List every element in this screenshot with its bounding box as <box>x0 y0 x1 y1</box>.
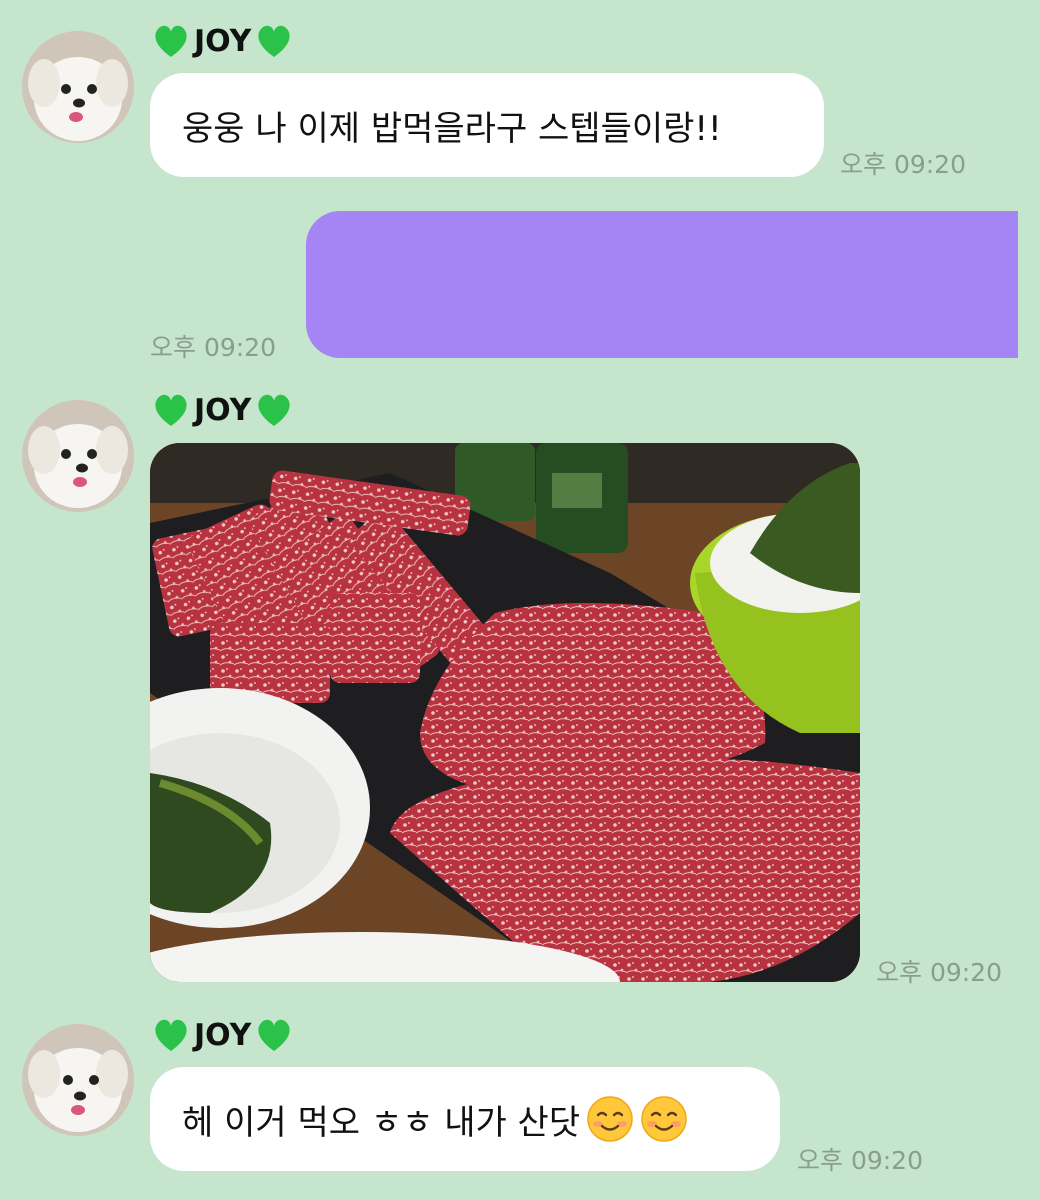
dog-avatar-icon <box>22 31 134 143</box>
message-time: 오후 09:20 <box>840 150 966 179</box>
sender-name-text: JOY <box>194 1017 252 1053</box>
dog-avatar-icon <box>22 1024 134 1136</box>
sender-name: JOY <box>152 19 293 63</box>
sender-name: JOY <box>152 388 293 432</box>
message-bubble[interactable]: 헤 이거 먹오 ㅎㅎ 내가 산닷 <box>150 1067 780 1171</box>
green-heart-icon <box>258 1019 290 1051</box>
sender-name: JOY <box>152 1013 293 1057</box>
beef-photo-image <box>150 443 860 982</box>
sender-name-text: JOY <box>194 23 252 59</box>
message-time: 오후 09:20 <box>876 958 1002 987</box>
message-text: 웅웅 나 이제 밥먹을라구 스텝들이랑!! <box>182 108 722 149</box>
smiling-face-icon <box>641 1096 687 1142</box>
outgoing-message-bubble[interactable] <box>306 211 1018 358</box>
smiling-face-icon <box>587 1096 633 1142</box>
message-time: 오후 09:20 <box>150 333 276 362</box>
green-heart-icon <box>258 394 290 426</box>
message-time: 오후 09:20 <box>797 1146 923 1175</box>
message-text: 헤 이거 먹오 ㅎㅎ 내가 산닷 <box>182 1102 581 1143</box>
dog-avatar-icon <box>22 400 134 512</box>
message-photo[interactable] <box>150 443 860 982</box>
green-heart-icon <box>155 25 187 57</box>
sender-avatar[interactable] <box>22 400 134 512</box>
sender-name-text: JOY <box>194 392 252 428</box>
green-heart-icon <box>155 1019 187 1051</box>
sender-avatar[interactable] <box>22 31 134 143</box>
green-heart-icon <box>155 394 187 426</box>
sender-avatar[interactable] <box>22 1024 134 1136</box>
message-bubble[interactable]: 웅웅 나 이제 밥먹을라구 스텝들이랑!! <box>150 73 824 177</box>
green-heart-icon <box>258 25 290 57</box>
